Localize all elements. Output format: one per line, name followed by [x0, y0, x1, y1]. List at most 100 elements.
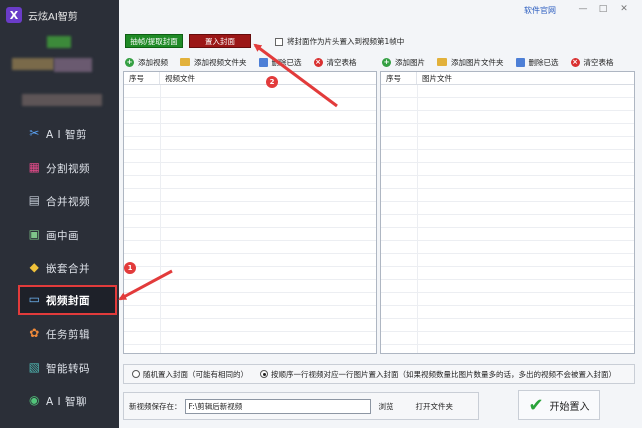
blurred-user-info: [12, 58, 54, 70]
folder-icon: [437, 58, 447, 66]
sidebar-item-pip[interactable]: ▣ 画中画: [0, 220, 119, 250]
sidebar-item-transcode[interactable]: ▧ 智能转码: [0, 353, 119, 383]
column-header-index[interactable]: 序号: [124, 72, 160, 84]
browse-button[interactable]: 浏览: [379, 401, 394, 412]
image-table-body: [381, 85, 634, 353]
sidebar-item-ai-cut[interactable]: ✂ A I 智剪: [0, 119, 119, 149]
delete-selected-images-button[interactable]: 删除已选: [515, 57, 559, 68]
extract-cover-button[interactable]: 抽帧/提取封面: [125, 34, 183, 48]
sidebar-item-video-cover[interactable]: ▭ 视频封面: [18, 285, 117, 315]
restore-button[interactable]: □: [595, 3, 611, 15]
image-table-header: 序号 图片文件: [381, 72, 634, 85]
sidebar-item-label: A I 智剪: [46, 129, 87, 141]
video-table[interactable]: 序号 视频文件: [123, 71, 377, 354]
sidebar-item-label: 合并视频: [46, 196, 90, 208]
insert-cover-button[interactable]: 置入封面: [189, 34, 251, 48]
open-folder-button[interactable]: 打开文件夹: [416, 401, 454, 412]
video-table-body: [124, 85, 376, 353]
plus-icon: +: [382, 57, 391, 67]
sidebar-item-label: 分割视频: [46, 163, 90, 175]
annotation-badge-2: 2: [266, 76, 278, 88]
first-frame-option[interactable]: 将封面作为片头置入到视频第1帧中: [275, 36, 404, 47]
task-icon: ✿: [29, 326, 40, 340]
sidebar-item-label: 智能转码: [46, 363, 90, 375]
clear-table-label: 清空表格: [583, 57, 614, 67]
add-video-folder-button[interactable]: 添加视频文件夹: [180, 57, 247, 68]
blurred-user-info-3: [22, 94, 102, 106]
nest-icon: ◆: [29, 260, 40, 274]
cover-icon: ▭: [28, 292, 41, 306]
delete-selected-label: 删除已选: [528, 57, 559, 67]
video-table-header: 序号 视频文件: [124, 72, 376, 85]
sidebar-item-label: A I 智聊: [46, 396, 87, 408]
start-insert-label: 开始置入: [549, 401, 590, 413]
main-panel: 软件官网 — □ ✕ 抽帧/提取封面 置入封面 将封面作为片头置入到视频第1帧中…: [119, 0, 642, 428]
clear-table-label: 清空表格: [326, 57, 357, 67]
image-table[interactable]: 序号 图片文件: [380, 71, 635, 354]
annotation-badge-1: 1: [124, 262, 136, 274]
split-icon: ▦: [28, 160, 41, 174]
blurred-avatar: [47, 36, 71, 48]
add-image-button[interactable]: + 添加图片: [382, 57, 425, 68]
sidebar: X 云炫AI智剪 ✂ A I 智剪 ▦ 分割视频 ▤ 合并视频 ▣ 画中画 ◆ …: [0, 0, 119, 428]
insert-mode-options: 随机置入封面（可能有相同的） 按顺序一行视频对应一行图片置入封面（如果视频数量比…: [123, 364, 635, 384]
pip-icon: ▣: [28, 227, 41, 241]
random-option-label: 随机置入封面（可能有相同的）: [143, 369, 248, 379]
add-video-button[interactable]: + 添加视频: [125, 57, 168, 68]
window-topbar: 软件官网 — □ ✕: [119, 0, 642, 24]
minimize-button[interactable]: —: [575, 3, 591, 15]
sidebar-item-label: 嵌套合并: [46, 263, 90, 275]
sidebar-item-label: 任务剪辑: [46, 329, 90, 341]
delete-selected-videos-button[interactable]: 删除已选: [258, 57, 302, 68]
random-radio[interactable]: [132, 370, 140, 378]
grid-divider: [160, 85, 161, 353]
add-image-folder-button[interactable]: 添加图片文件夹: [437, 57, 504, 68]
video-toolbar: + 添加视频 添加视频文件夹 删除已选 × 清空表格: [125, 55, 369, 69]
start-insert-button[interactable]: ✔ 开始置入: [518, 390, 600, 420]
sequential-option[interactable]: 按顺序一行视频对应一行图片置入封面（如果视频数量比图片数量多的话，多出的视频不会…: [260, 369, 616, 380]
column-header-video-file[interactable]: 视频文件: [160, 73, 195, 84]
clear-image-table-button[interactable]: × 清空表格: [570, 57, 614, 68]
sidebar-item-task-edit[interactable]: ✿ 任务剪辑: [0, 319, 119, 349]
app-titlebar: X 云炫AI智剪: [0, 0, 119, 30]
clear-video-table-button[interactable]: × 清空表格: [313, 57, 357, 68]
save-path-input[interactable]: F:\剪辑后新视频: [184, 398, 371, 414]
delete-selected-label: 删除已选: [271, 57, 302, 67]
scissors-icon: ✂: [29, 126, 40, 140]
transcode-icon: ▧: [28, 360, 41, 374]
sidebar-item-split-video[interactable]: ▦ 分割视频: [0, 153, 119, 183]
random-option[interactable]: 随机置入封面（可能有相同的）: [132, 369, 248, 380]
save-location-bar: 新视频保存在： F:\剪辑后新视频 浏览 打开文件夹: [123, 392, 479, 420]
delete-icon: [258, 57, 268, 67]
clear-icon: ×: [570, 57, 580, 67]
app-logo-icon: X: [6, 7, 22, 23]
grid-divider: [417, 85, 418, 353]
first-frame-checkbox[interactable]: [275, 37, 283, 46]
blurred-user-info-2: [54, 58, 92, 72]
close-button[interactable]: ✕: [616, 3, 632, 15]
delete-icon: [515, 57, 525, 67]
column-header-index[interactable]: 序号: [381, 72, 417, 84]
first-frame-label: 将封面作为片头置入到视频第1帧中: [287, 37, 405, 46]
chat-icon: ◉: [29, 393, 40, 407]
image-toolbar: + 添加图片 添加图片文件夹 删除已选 × 清空表格: [382, 55, 626, 69]
sidebar-item-ai-chat[interactable]: ◉ A I 智聊: [0, 386, 119, 416]
add-video-label: 添加视频: [138, 57, 168, 67]
sidebar-item-merge-video[interactable]: ▤ 合并视频: [0, 186, 119, 216]
sequential-option-label: 按顺序一行视频对应一行图片置入封面（如果视频数量比图片数量多的话，多出的视频不会…: [271, 369, 616, 379]
add-image-label: 添加图片: [395, 57, 425, 67]
save-location-label: 新视频保存在：: [129, 401, 182, 411]
add-video-folder-label: 添加视频文件夹: [194, 57, 247, 67]
add-image-folder-label: 添加图片文件夹: [451, 57, 504, 67]
sidebar-item-label: 视频封面: [46, 295, 90, 307]
checkmark-icon: ✔: [528, 394, 544, 416]
app-title: 云炫AI智剪: [28, 11, 78, 23]
sidebar-item-nest-merge[interactable]: ◆ 嵌套合并: [0, 253, 119, 283]
sidebar-item-label: 画中画: [46, 230, 79, 242]
website-link[interactable]: 软件官网: [524, 5, 556, 16]
merge-icon: ▤: [28, 193, 41, 207]
clear-icon: ×: [313, 57, 323, 67]
folder-icon: [180, 58, 190, 66]
column-header-image-file[interactable]: 图片文件: [417, 73, 452, 84]
sequential-radio[interactable]: [260, 370, 268, 378]
